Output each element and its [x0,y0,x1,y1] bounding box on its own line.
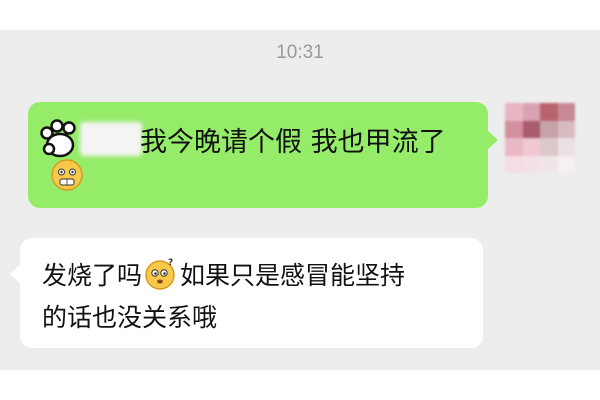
incoming-message-bubble[interactable]: 发烧了吗 ? 如果只是感冒能坚持 的话也没关系哦 [10,238,483,348]
incoming-message-line-2: 的话也没关系哦 [42,303,218,332]
avatar[interactable] [505,103,575,173]
censored-text-blur [80,122,142,156]
paw-icon [40,119,76,158]
incoming-message-line-1: 发烧了吗 ? 如果只是感冒能坚持 [42,256,405,292]
incoming-text-part-2: 如果只是感冒能坚持 [180,261,406,290]
scared-face-emoji-icon [51,159,83,191]
thinking-face-emoji-icon: ? [145,258,175,290]
chat-timestamp: 10:31 [276,42,324,63]
outgoing-message-text: 我今晚请个假 我也甲流了 [140,127,446,158]
svg-text:?: ? [168,258,173,268]
outgoing-message-bubble[interactable]: 我今晚请个假 我也甲流了 [28,102,498,208]
incoming-text-part-1: 发烧了吗 [42,261,143,290]
